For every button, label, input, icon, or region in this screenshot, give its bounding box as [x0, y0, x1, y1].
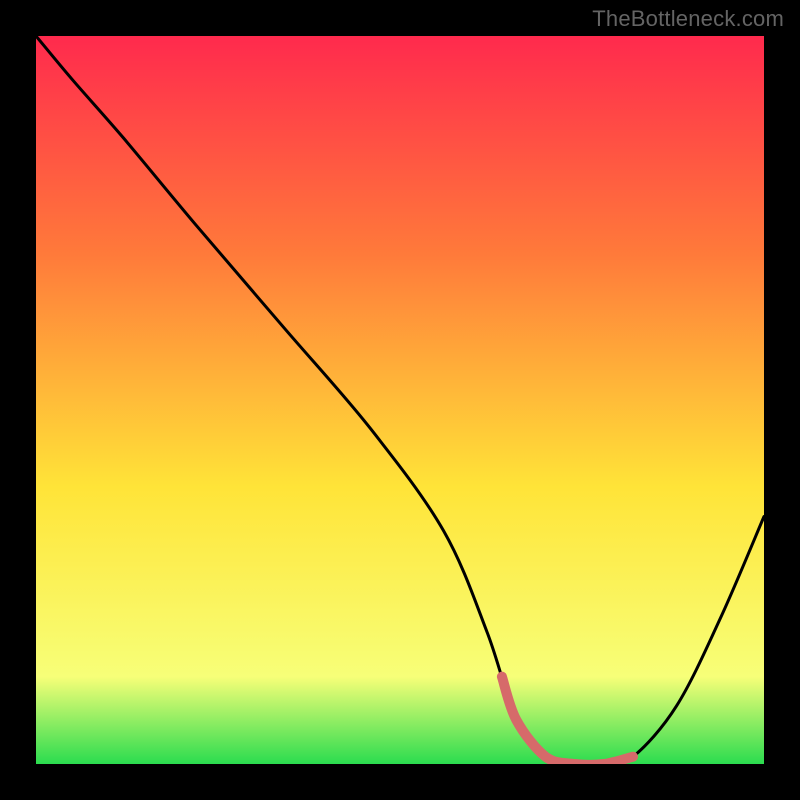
gradient-background	[36, 36, 764, 764]
watermark-text: TheBottleneck.com	[592, 6, 784, 32]
chart-frame: TheBottleneck.com	[0, 0, 800, 800]
chart-svg	[36, 36, 764, 764]
plot-area	[36, 36, 764, 764]
